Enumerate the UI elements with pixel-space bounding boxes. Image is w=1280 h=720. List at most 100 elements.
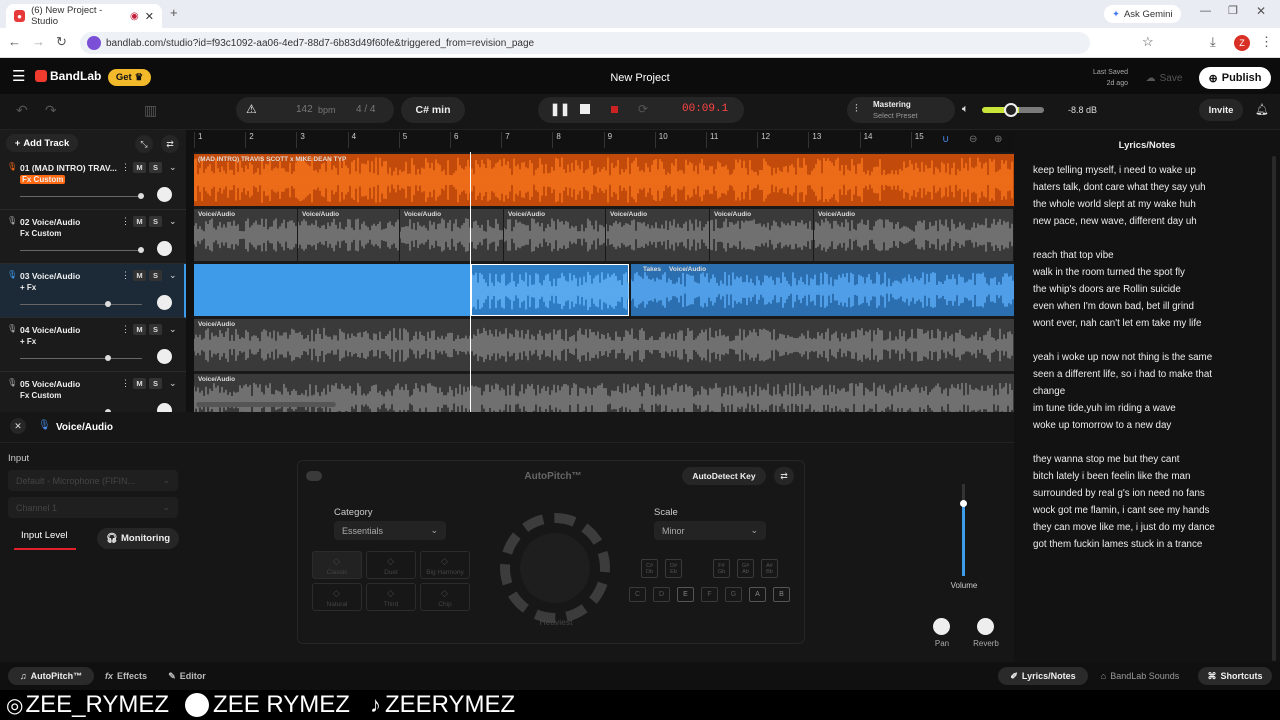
track-header[interactable]: 🎙︎ 03 Voice/Audio + Fx ⋮ M S ⌄ — [0, 264, 186, 318]
browser-menu-icon[interactable]: ⋮ — [1260, 34, 1273, 50]
record-icon[interactable] — [611, 106, 618, 113]
track-menu-icon[interactable]: ⋮ — [121, 378, 130, 389]
metronome-icon[interactable]: ⚠ — [246, 102, 257, 116]
audio-clip[interactable]: Voice/Audio — [606, 209, 709, 261]
monitoring-button[interactable]: 🎧︎ Monitoring — [97, 528, 179, 549]
audio-clip[interactable]: Voice/Audio — [400, 209, 503, 261]
track-menu-icon[interactable]: ⋮ — [121, 162, 130, 173]
track-fx-button[interactable]: + Fx — [20, 283, 36, 292]
forward-icon[interactable]: → — [32, 34, 45, 49]
sharp-key-button[interactable]: C# Db — [641, 559, 658, 578]
stop-icon[interactable] — [580, 104, 590, 114]
track-pan-knob[interactable] — [157, 241, 172, 256]
track-menu-icon[interactable]: ⋮ — [121, 216, 130, 227]
solo-button[interactable]: S — [149, 324, 162, 335]
lyrics-notes-tab[interactable]: ✐ Lyrics/Notes — [998, 667, 1088, 685]
autopitch-settings-icon[interactable]: ⇄ — [774, 467, 794, 485]
reload-icon[interactable]: ↻ — [56, 34, 67, 50]
track-fx-button[interactable]: Fx Custom — [20, 391, 61, 400]
add-track-button[interactable]: + Add Track — [6, 134, 78, 152]
mute-button[interactable]: M — [133, 270, 146, 281]
audio-clip[interactable] — [194, 264, 470, 316]
audio-clip[interactable]: Voice/Audio — [814, 209, 1013, 261]
close-window-icon[interactable]: ✕ — [1256, 4, 1266, 18]
audio-clip[interactable]: Voice/Audio — [194, 209, 297, 261]
autopitch-knob[interactable] — [500, 513, 610, 623]
natural-key-button[interactable]: C — [629, 587, 646, 602]
natural-key-button[interactable]: A — [749, 587, 766, 602]
takes-label[interactable]: Takes — [643, 266, 661, 273]
category-select[interactable]: Essentials ⌄ — [334, 521, 446, 540]
timeline-ruler[interactable]: 1 2 3 4 5 6 7 8 9 10 11 12 13 14 15 ∪ ⊖ ⊕ — [194, 130, 1014, 150]
natural-key-button[interactable]: D — [653, 587, 670, 602]
chevron-down-icon[interactable]: ⌄ — [169, 270, 177, 281]
bpm-value[interactable]: 142 — [296, 104, 313, 115]
track-fx-button[interactable]: Fx Custom — [20, 175, 66, 184]
autopitch-preset-big-harmony[interactable]: ◇ Big Harmony — [420, 551, 470, 579]
track-name[interactable]: 01 (MAD INTRO) TRAV... — [20, 163, 117, 173]
selected-audio-clip[interactable] — [471, 264, 629, 316]
speaker-icon[interactable]: 🔈︎ — [962, 103, 969, 116]
autopitch-preset-classic[interactable]: ◇ Classic — [312, 551, 362, 579]
track-menu-icon[interactable]: ⋮ — [121, 324, 130, 335]
track-name[interactable]: 03 Voice/Audio — [20, 271, 80, 281]
autopitch-toggle[interactable] — [306, 471, 322, 481]
project-title[interactable]: New Project — [560, 72, 720, 84]
minimize-icon[interactable]: — — [1200, 5, 1211, 17]
natural-key-button[interactable]: G — [725, 587, 742, 602]
automation-icon[interactable]: ⤡ — [135, 135, 153, 153]
save-button[interactable]: ☁ Save — [1136, 68, 1192, 88]
track-name[interactable]: 02 Voice/Audio — [20, 217, 80, 227]
lyrics-textarea[interactable]: keep telling myself, i need to wake up ha… — [1014, 130, 1280, 662]
audio-clip[interactable]: Voice/Audio — [710, 209, 813, 261]
master-volume-knob[interactable] — [1004, 103, 1018, 117]
autopitch-tab[interactable]: ♫ AutoPitch™ — [8, 667, 94, 685]
solo-button[interactable]: S — [149, 216, 162, 227]
close-editor-icon[interactable]: ✕ — [10, 418, 26, 434]
autopitch-preset-duet[interactable]: ◇ Duet — [366, 551, 416, 579]
solo-button[interactable]: S — [149, 162, 162, 173]
track-header[interactable]: 🎙︎ 01 (MAD INTRO) TRAV... Fx Custom ⋮ M … — [0, 156, 186, 210]
sharp-key-button[interactable]: G# Ab — [737, 559, 754, 578]
track-volume-slider[interactable] — [20, 304, 142, 305]
track-pan-knob[interactable] — [157, 295, 172, 310]
restore-icon[interactable]: ❐ — [1228, 4, 1238, 17]
track-fx-button[interactable]: Fx Custom — [20, 229, 61, 238]
publish-button[interactable]: ⊕ Publish — [1199, 67, 1271, 89]
track-volume-slider[interactable] — [20, 250, 142, 251]
track-volume-slider[interactable] — [20, 196, 142, 197]
chevron-down-icon[interactable]: ⌄ — [169, 324, 177, 335]
master-volume-slider[interactable] — [982, 103, 1044, 117]
autopitch-preset-third[interactable]: ◇ Third — [366, 583, 416, 611]
chevron-down-icon[interactable]: ⌄ — [169, 378, 177, 389]
hamburger-menu-icon[interactable]: ☰ — [12, 67, 25, 85]
shortcuts-button[interactable]: ⌘ Shortcuts — [1198, 667, 1272, 685]
mastering-button[interactable]: ⫶ Mastering Select Preset — [847, 97, 955, 123]
natural-key-button[interactable]: B — [773, 587, 790, 602]
track-header[interactable]: 🎙︎ 04 Voice/Audio + Fx ⋮ M S ⌄ — [0, 318, 186, 372]
track-pan-knob[interactable] — [157, 349, 172, 364]
track-lane[interactable]: Takes Voice/Audio — [194, 264, 1014, 316]
snap-magnet-icon[interactable]: ∪ — [942, 134, 949, 145]
redo-icon[interactable]: ↷ — [45, 102, 57, 119]
effects-tab[interactable]: fx Effects — [98, 667, 154, 685]
track-fx-button[interactable]: + Fx — [20, 337, 36, 346]
track-pan-knob[interactable] — [157, 187, 172, 202]
pan-knob[interactable] — [933, 618, 950, 635]
track-lane[interactable]: (MAD INTRO) TRAVIS SCOTT x MIKE DEAN TYP — [194, 154, 1014, 206]
track-lanes[interactable]: (MAD INTRO) TRAVIS SCOTT x MIKE DEAN TYP… — [194, 152, 1014, 426]
audio-clip[interactable]: (MAD INTRO) TRAVIS SCOTT x MIKE DEAN TYP — [194, 154, 1014, 206]
track-volume-knob[interactable] — [104, 355, 111, 361]
editor-tab[interactable]: ✎ Editor — [160, 667, 214, 685]
zoom-in-icon[interactable]: ⊕ — [994, 134, 1002, 145]
chevron-down-icon[interactable]: ⌄ — [169, 216, 177, 227]
mute-button[interactable]: M — [133, 162, 146, 173]
audio-clip[interactable]: Voice/Audio — [298, 209, 399, 261]
browser-tab[interactable]: ● (6) New Project - Studio ◉ ✕ — [6, 4, 162, 28]
audio-clip[interactable]: Voice/Audio — [504, 209, 605, 261]
track-volume-knob[interactable] — [138, 247, 145, 253]
audio-clip[interactable]: Takes Voice/Audio — [631, 264, 1014, 316]
undo-icon[interactable]: ↶ — [16, 102, 28, 119]
input-device-select[interactable]: Default - Microphone (FIFIN... ⌄ — [8, 470, 178, 491]
download-icon[interactable]: ⤓ — [1210, 34, 1216, 50]
